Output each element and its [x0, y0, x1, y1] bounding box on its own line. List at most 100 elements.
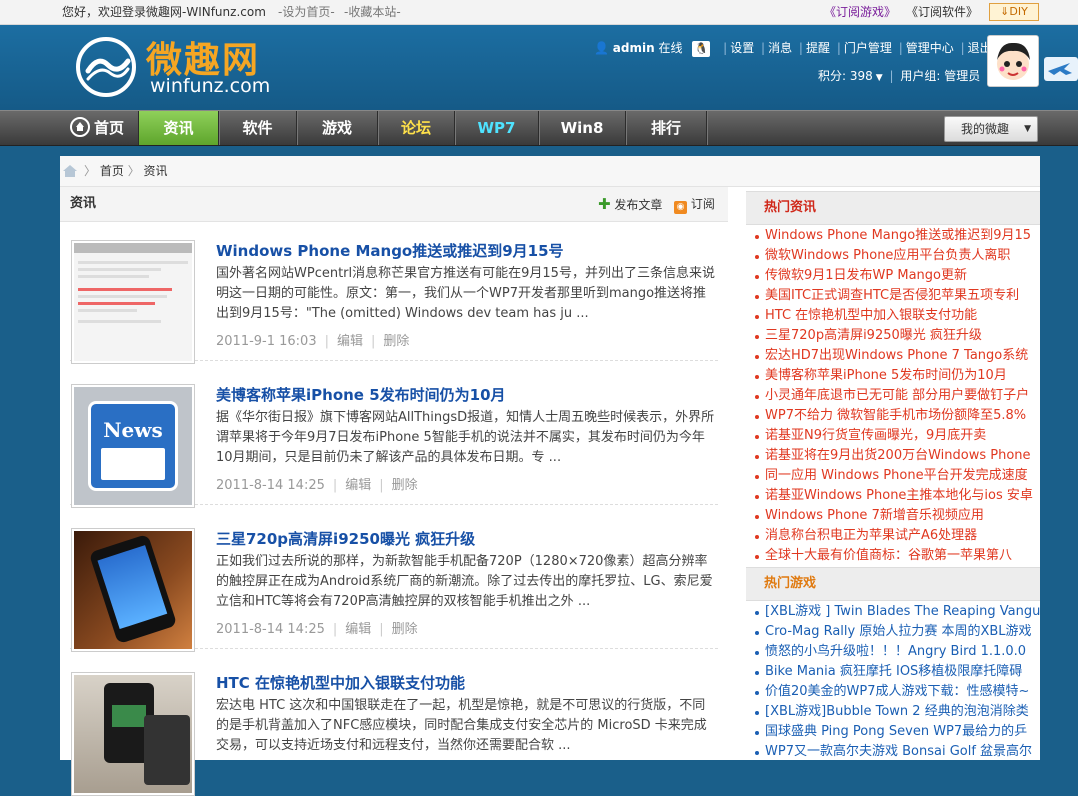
- list-item[interactable]: 同一应用 Windows Phone平台开发完成速度: [754, 466, 1040, 486]
- hot-news-list: Windows Phone Mango推送或推迟到9月15 微软Windows …: [754, 226, 1040, 566]
- section-header: 资讯 ✚ 发布文章 ◉ 订阅: [60, 187, 728, 222]
- phone-thumbnail-icon: [74, 531, 192, 649]
- list-item[interactable]: 价值20美金的WP7成人游戏下载：性感模特~: [754, 682, 1040, 702]
- subscribe-label: 订阅: [690, 197, 715, 211]
- set-homepage-link[interactable]: -设为首页-: [278, 0, 335, 24]
- delete-link[interactable]: 删除: [383, 334, 409, 349]
- edit-link[interactable]: 编辑: [337, 334, 363, 349]
- article-meta: 2011-9-1 16:03 | 编辑 | 删除: [216, 334, 410, 349]
- diy-button[interactable]: ⇓DIY: [989, 3, 1039, 21]
- main-content: 〉 首页 〉 资讯 资讯 ✚ 发布文章 ◉ 订阅 Windows Phone M…: [60, 156, 1040, 796]
- logo-icon[interactable]: [74, 35, 138, 99]
- article-thumbnail[interactable]: [71, 528, 195, 652]
- breadcrumb: 〉 首页 〉 资讯: [60, 156, 1040, 187]
- site-header: 微趣网 winfunz.com 👤 admin 在线 🐧 | 设置 | 消息 | 提醒…: [0, 25, 1078, 110]
- subscribe-software-link[interactable]: 《订阅软件》: [906, 0, 978, 24]
- delete-link[interactable]: 删除: [392, 622, 418, 637]
- post-article-button[interactable]: ✚ 发布文章: [598, 187, 662, 222]
- article-thumbnail[interactable]: News: [71, 384, 195, 508]
- list-item[interactable]: WP7又一款高尔夫游戏 Bonsai Golf 盆景高尔: [754, 742, 1040, 762]
- list-item[interactable]: 小灵通年底退市已无可能 部分用户要做钉子户: [754, 386, 1040, 406]
- list-item[interactable]: [XBL游戏]Bubble Town 2 经典的泡泡消除类: [754, 702, 1040, 722]
- list-item[interactable]: 国球盛典 Ping Pong Seven WP7最给力的乒: [754, 722, 1040, 742]
- breadcrumb-home[interactable]: 首页: [100, 164, 124, 178]
- article-summary: 宏达电 HTC 这次和中国银联走在了一起，机型是惊艳，就是不可思议的行货版，不同…: [216, 698, 707, 753]
- news-thumbnail-icon: News: [74, 387, 192, 505]
- article-date: 2011-9-1 16:03: [216, 334, 317, 349]
- main-nav: 首页 资讯 软件 游戏 论坛 WP7 Win8 排行 我的微趣 ▼: [0, 110, 1078, 146]
- list-item[interactable]: 消息称台积电正为苹果试产A6处理器: [754, 526, 1040, 546]
- online-status: 在线: [658, 41, 683, 55]
- admin-center-link[interactable]: 管理中心: [906, 41, 954, 55]
- list-item[interactable]: Bike Mania 疯狂摩托 IOS移植极限摩托障碍: [754, 662, 1040, 682]
- diy-arrow-icon: ⇓: [1000, 5, 1010, 18]
- list-item[interactable]: 愤怒的小鸟升级啦！！！Angry Bird 1.1.0.0: [754, 642, 1040, 662]
- list-item[interactable]: 诺基亚N9行货宣传画曝光，9月底开卖: [754, 426, 1040, 446]
- article-list-column: 资讯 ✚ 发布文章 ◉ 订阅 Windows Phone Mango推送或推迟到…: [60, 187, 728, 796]
- article-item: 三星720p高清屏i9250曝光 疯狂升级 正如我们过去所说的那样，为新款智能手…: [70, 520, 718, 652]
- list-item[interactable]: 宏达HD7出现Windows Phone 7 Tango系统: [754, 346, 1040, 366]
- plane-icon: [1044, 57, 1078, 81]
- list-item[interactable]: 传微软9月1日发布WP Mango更新: [754, 266, 1040, 286]
- nav-wp7[interactable]: WP7: [455, 111, 539, 145]
- list-item[interactable]: 微软Windows Phone应用平台负责人离职: [754, 246, 1040, 266]
- list-item[interactable]: HTC 在惊艳机型中加入银联支付功能: [754, 306, 1040, 326]
- username-link[interactable]: admin: [613, 41, 655, 55]
- nav-win8[interactable]: Win8: [539, 111, 626, 145]
- list-item[interactable]: 美国ITC正式调查HTC是否侵犯苹果五项专利: [754, 286, 1040, 306]
- reminders-link[interactable]: 提醒: [806, 41, 830, 55]
- edit-link[interactable]: 编辑: [345, 622, 371, 637]
- article-thumbnail[interactable]: [71, 240, 195, 364]
- avatar[interactable]: [987, 35, 1039, 87]
- subscribe-games-link[interactable]: 《订阅游戏》: [824, 0, 896, 24]
- nav-ranking[interactable]: 排行: [626, 111, 707, 145]
- article-title[interactable]: Windows Phone Mango推送或推迟到9月15号: [216, 240, 564, 261]
- list-item[interactable]: Windows Phone Mango推送或推迟到9月15: [754, 226, 1040, 246]
- list-item[interactable]: [XBL游戏 ] Twin Blades The Reaping Vangu: [754, 602, 1040, 622]
- delete-link[interactable]: 删除: [392, 478, 418, 493]
- bookmark-link[interactable]: -收藏本站-: [344, 0, 401, 24]
- qq-icon[interactable]: 🐧: [692, 40, 711, 57]
- hot-news-header: 热门资讯: [746, 191, 1040, 225]
- nav-games[interactable]: 游戏: [297, 111, 378, 145]
- points-dropdown[interactable]: 积分: 398 ▼: [818, 69, 883, 83]
- list-item[interactable]: 全球十大最有价值商标：谷歌第一苹果第八: [754, 546, 1040, 566]
- list-item[interactable]: Windows Phone 7新增音乐视频应用: [754, 506, 1040, 526]
- hot-games-title: 热门游戏: [764, 576, 817, 591]
- list-item[interactable]: 诺基亚将在9月出货200万台Windows Phone: [754, 446, 1040, 466]
- article-title[interactable]: 美博客称苹果iPhone 5发布时间仍为10月: [216, 384, 506, 405]
- section-title: 资讯: [70, 196, 97, 211]
- welcome-text: 您好，欢迎登录微趣网-WINfunz.com: [62, 5, 266, 19]
- list-item[interactable]: Cro-Mag Rally 原始人拉力赛 本周的XBL游戏: [754, 622, 1040, 642]
- article-item: HTC 在惊艳机型中加入银联支付功能 宏达电 HTC 这次和中国银联走在了一起，…: [70, 664, 718, 796]
- subscribe-button[interactable]: ◉ 订阅: [674, 187, 715, 221]
- breadcrumb-separator-icon: 〉: [127, 164, 140, 178]
- logo-domain[interactable]: winfunz.com: [150, 75, 270, 97]
- nav-home[interactable]: 首页: [56, 111, 139, 145]
- article-title[interactable]: HTC 在惊艳机型中加入银联支付功能: [216, 672, 465, 693]
- nav-home-label: 首页: [93, 119, 124, 137]
- messages-link[interactable]: 消息: [768, 41, 792, 55]
- home-icon[interactable]: [62, 164, 78, 178]
- article-thumbnail[interactable]: [71, 672, 195, 796]
- article-meta: 2011-8-14 14:25 | 编辑 | 删除: [216, 622, 418, 637]
- edit-link[interactable]: 编辑: [345, 478, 371, 493]
- my-space-dropdown[interactable]: 我的微趣 ▼: [944, 116, 1038, 142]
- list-item[interactable]: 美博客称苹果iPhone 5发布时间仍为10月: [754, 366, 1040, 386]
- list-item[interactable]: 三星720p高清屏i9250曝光 疯狂升级: [754, 326, 1040, 346]
- article-item: News 美博客称苹果iPhone 5发布时间仍为10月 据《华尔街日报》旗下博…: [70, 376, 718, 508]
- user-icon: 👤: [594, 41, 609, 55]
- nav-news[interactable]: 资讯: [139, 111, 219, 145]
- settings-link[interactable]: 设置: [730, 41, 754, 55]
- diy-label: DIY: [1009, 5, 1028, 18]
- nav-software[interactable]: 软件: [219, 111, 297, 145]
- article-date: 2011-8-14 14:25: [216, 478, 325, 493]
- nav-forum[interactable]: 论坛: [378, 111, 455, 145]
- user-group-label: 用户组: 管理员: [900, 69, 981, 83]
- list-item[interactable]: 诺基亚Windows Phone主推本地化与ios 安卓: [754, 486, 1040, 506]
- portal-admin-link[interactable]: 门户管理: [844, 41, 892, 55]
- breadcrumb-current: 资讯: [143, 164, 168, 178]
- plus-icon: ✚: [598, 195, 611, 213]
- list-item[interactable]: WP7不给力 微软智能手机市场份额降至5.8%: [754, 406, 1040, 426]
- article-title[interactable]: 三星720p高清屏i9250曝光 疯狂升级: [216, 528, 475, 549]
